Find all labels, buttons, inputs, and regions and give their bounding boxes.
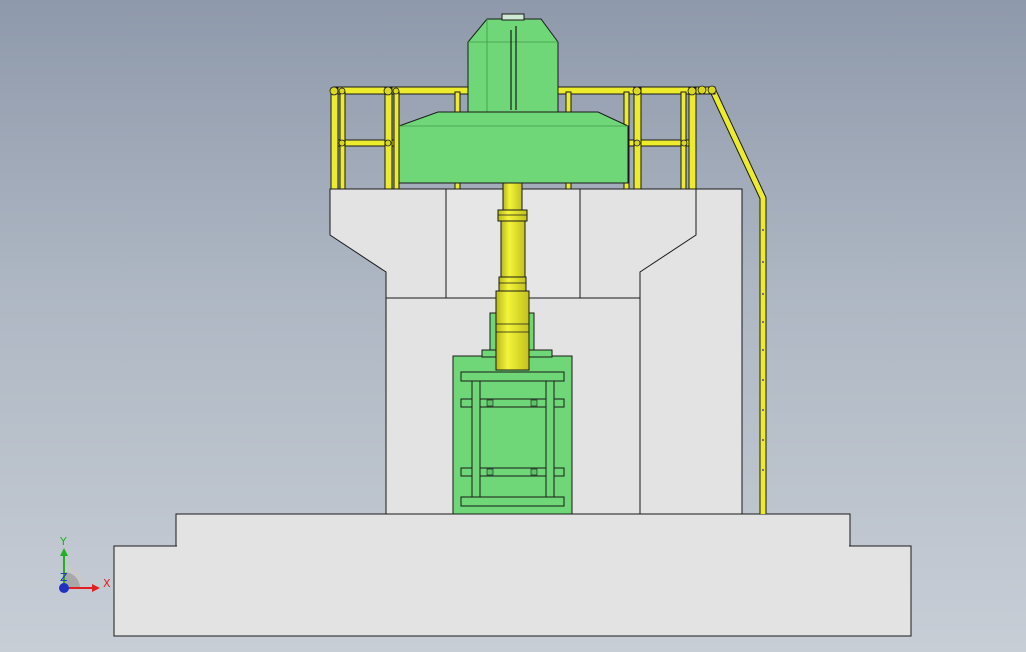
graphics-viewport[interactable]: X Y Z	[0, 0, 1026, 652]
shaft-flange-top	[497, 209, 528, 222]
gearbox-housing	[398, 111, 629, 184]
cage-bar	[460, 371, 565, 382]
coordinate-triad: X Y Z	[59, 535, 111, 593]
y-axis-label: Y	[59, 535, 67, 548]
z-axis-label: Z	[60, 571, 68, 584]
handrail-post	[393, 91, 400, 190]
shaft-lower	[495, 290, 530, 371]
concrete-base	[113, 513, 912, 637]
shaft-flange-mid	[498, 276, 527, 292]
handrail-post	[330, 87, 339, 190]
x-axis-label: X	[103, 577, 111, 590]
cage-post	[471, 380, 481, 498]
drive-shaft	[495, 182, 530, 371]
motor-housing	[467, 18, 559, 113]
motor-cap	[501, 13, 525, 21]
shaft-middle	[500, 220, 526, 278]
shaft-upper	[502, 182, 523, 211]
cage-post	[545, 380, 555, 498]
model-view[interactable]: X Y Z	[0, 0, 1026, 652]
handrail-post	[633, 87, 642, 190]
drive-unit	[398, 13, 629, 184]
handrail-post	[688, 87, 697, 190]
base-lower-slab	[113, 545, 912, 637]
z-axis-icon	[59, 583, 69, 593]
cage-bar	[460, 496, 565, 507]
pedestal-left-block	[329, 188, 447, 299]
handrail-post	[384, 87, 393, 190]
